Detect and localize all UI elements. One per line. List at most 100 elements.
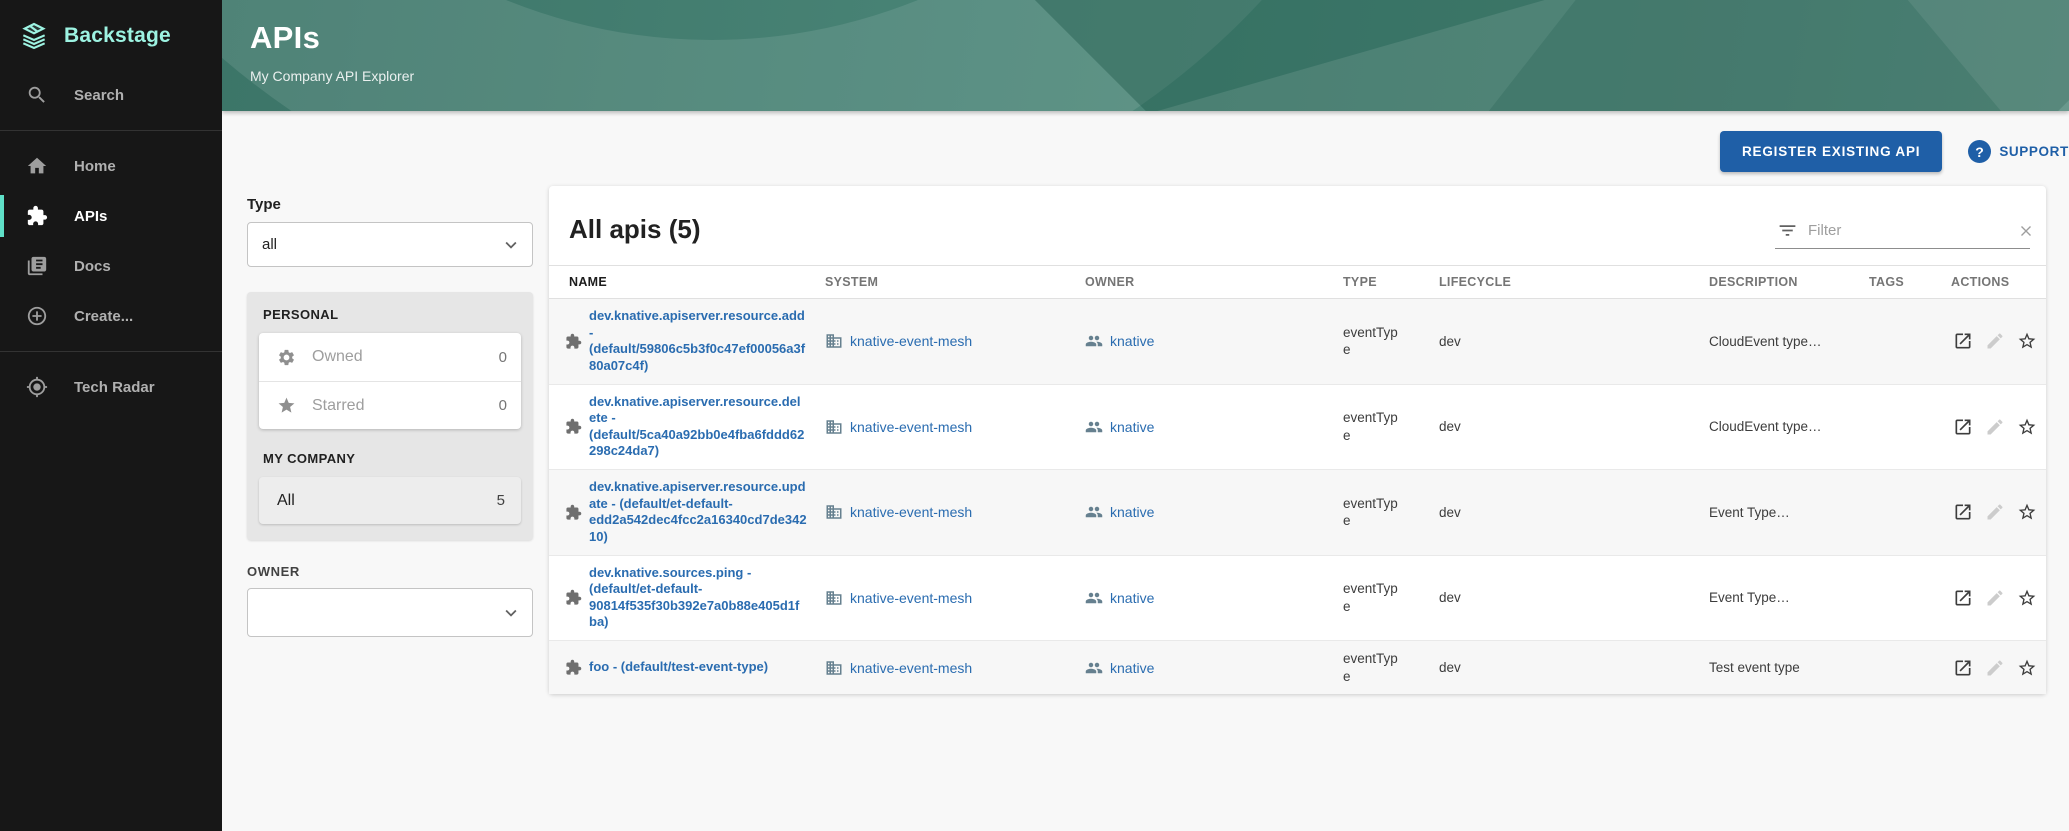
sidebar-item-apis[interactable]: APIs [0, 191, 222, 241]
system-link[interactable]: knative-event-mesh [850, 590, 972, 606]
edit-icon[interactable] [1985, 658, 2005, 678]
sidebar-item-label: Home [74, 158, 116, 175]
owner-link[interactable]: knative [1110, 590, 1154, 606]
lifecycle-cell: dev [1423, 410, 1693, 443]
tags-cell [1853, 503, 1935, 521]
system-icon [825, 589, 843, 607]
open-in-new-icon[interactable] [1953, 502, 1973, 522]
system-link[interactable]: knative-event-mesh [850, 504, 972, 520]
owner-link[interactable]: knative [1110, 660, 1154, 676]
table-row: dev.knative.sources.ping - (default/et-d… [549, 556, 2046, 642]
page-subtitle: My Company API Explorer [250, 68, 414, 84]
chevron-down-icon [500, 234, 522, 256]
tags-cell [1853, 332, 1935, 350]
tech-radar-icon [26, 376, 48, 398]
open-in-new-icon[interactable] [1953, 588, 1973, 608]
column-header-system[interactable]: SYSTEM [811, 275, 1069, 289]
docs-icon [26, 255, 48, 277]
create-icon [26, 305, 48, 327]
table-row: dev.knative.apiserver.resource.add - (de… [549, 299, 2046, 385]
clear-icon[interactable] [2017, 222, 2035, 240]
backstage-logo[interactable]: Backstage [0, 0, 222, 56]
description-cell: Event Type… [1693, 581, 1853, 614]
sidebar-item-tech-radar[interactable]: Tech Radar [0, 362, 222, 412]
owner-filter-select[interactable] [247, 588, 533, 637]
edit-icon[interactable] [1985, 588, 2005, 608]
type-cell: eventType [1327, 571, 1405, 624]
star-outline-icon[interactable] [2017, 331, 2037, 351]
sidebar-divider [0, 130, 222, 131]
filter-item-label: All [277, 492, 497, 510]
description-cell: CloudEvent type… [1693, 325, 1853, 358]
description-cell: Test event type [1693, 651, 1853, 684]
system-icon [825, 659, 843, 677]
system-link[interactable]: knative-event-mesh [850, 333, 972, 349]
sidebar-item-create[interactable]: Create... [0, 291, 222, 341]
page-title: APIs [250, 20, 414, 56]
help-icon: ? [1968, 140, 1991, 163]
description-cell: Event Type… [1693, 496, 1853, 529]
api-name-link[interactable]: dev.knative.apiserver.resource.update - … [589, 479, 807, 546]
star-outline-icon[interactable] [2017, 417, 2037, 437]
backstage-logo-icon [18, 20, 50, 52]
filter-item-label: Owned [312, 348, 499, 366]
table-row: dev.knative.apiserver.resource.delete - … [549, 385, 2046, 471]
puzzle-icon [565, 589, 582, 606]
puzzle-icon [565, 504, 582, 521]
api-name-link[interactable]: dev.knative.sources.ping - (default/et-d… [589, 565, 807, 632]
support-label: SUPPORT [1999, 144, 2068, 159]
edit-icon[interactable] [1985, 417, 2005, 437]
search-icon [26, 84, 48, 106]
column-header-owner[interactable]: OWNER [1069, 275, 1327, 289]
lifecycle-cell: dev [1423, 496, 1693, 529]
table-row: foo - (default/test-event-type) knative-… [549, 641, 2046, 694]
edit-icon[interactable] [1985, 502, 2005, 522]
type-filter-label: Type [247, 196, 533, 213]
lifecycle-cell: dev [1423, 325, 1693, 358]
api-name-link[interactable]: dev.knative.apiserver.resource.add - (de… [589, 308, 807, 375]
lifecycle-cell: dev [1423, 651, 1693, 684]
column-header-type[interactable]: TYPE [1327, 275, 1423, 289]
type-cell: eventType [1327, 315, 1405, 368]
column-header-lifecycle[interactable]: LIFECYCLE [1423, 275, 1693, 289]
owner-group-icon [1085, 332, 1103, 350]
type-filter-value: all [262, 236, 277, 253]
owner-link[interactable]: knative [1110, 419, 1154, 435]
api-name-link[interactable]: dev.knative.apiserver.resource.delete - … [589, 394, 807, 461]
system-link[interactable]: knative-event-mesh [850, 660, 972, 676]
column-header-name[interactable]: NAME [549, 275, 811, 289]
sidebar-item-home[interactable]: Home [0, 141, 222, 191]
star-outline-icon[interactable] [2017, 588, 2037, 608]
open-in-new-icon[interactable] [1953, 417, 1973, 437]
star-outline-icon[interactable] [2017, 658, 2037, 678]
api-name-link[interactable]: foo - (default/test-event-type) [589, 659, 768, 676]
sidebar: Backstage Search Home APIs Docs Create..… [0, 0, 222, 831]
column-header-tags[interactable]: TAGS [1853, 275, 1935, 289]
edit-icon[interactable] [1985, 331, 2005, 351]
tags-cell [1853, 418, 1935, 436]
filter-item-all[interactable]: All 5 [259, 477, 521, 524]
filter-item-count: 0 [499, 397, 507, 414]
filter-item-owned[interactable]: Owned 0 [259, 333, 521, 381]
sidebar-item-docs[interactable]: Docs [0, 241, 222, 291]
system-link[interactable]: knative-event-mesh [850, 419, 972, 435]
puzzle-icon [565, 333, 582, 350]
support-button[interactable]: ? SUPPORT [1968, 140, 2068, 163]
table-filter-input[interactable] [1808, 222, 2007, 239]
type-filter-select[interactable]: all [247, 222, 533, 267]
lifecycle-cell: dev [1423, 581, 1693, 614]
sidebar-item-search[interactable]: Search [0, 70, 222, 120]
open-in-new-icon[interactable] [1953, 658, 1973, 678]
owner-link[interactable]: knative [1110, 504, 1154, 520]
column-header-description[interactable]: DESCRIPTION [1693, 275, 1853, 289]
system-icon [825, 503, 843, 521]
register-existing-api-button[interactable]: REGISTER EXISTING API [1720, 131, 1942, 172]
page-action-bar: REGISTER EXISTING API ? SUPPORT [1720, 131, 2069, 172]
filter-item-starred[interactable]: Starred 0 [259, 381, 521, 429]
open-in-new-icon[interactable] [1953, 331, 1973, 351]
puzzle-icon [26, 205, 48, 227]
owner-link[interactable]: knative [1110, 333, 1154, 349]
star-outline-icon[interactable] [2017, 502, 2037, 522]
sidebar-item-label: Tech Radar [74, 379, 155, 396]
sidebar-item-label: Create... [74, 308, 133, 325]
